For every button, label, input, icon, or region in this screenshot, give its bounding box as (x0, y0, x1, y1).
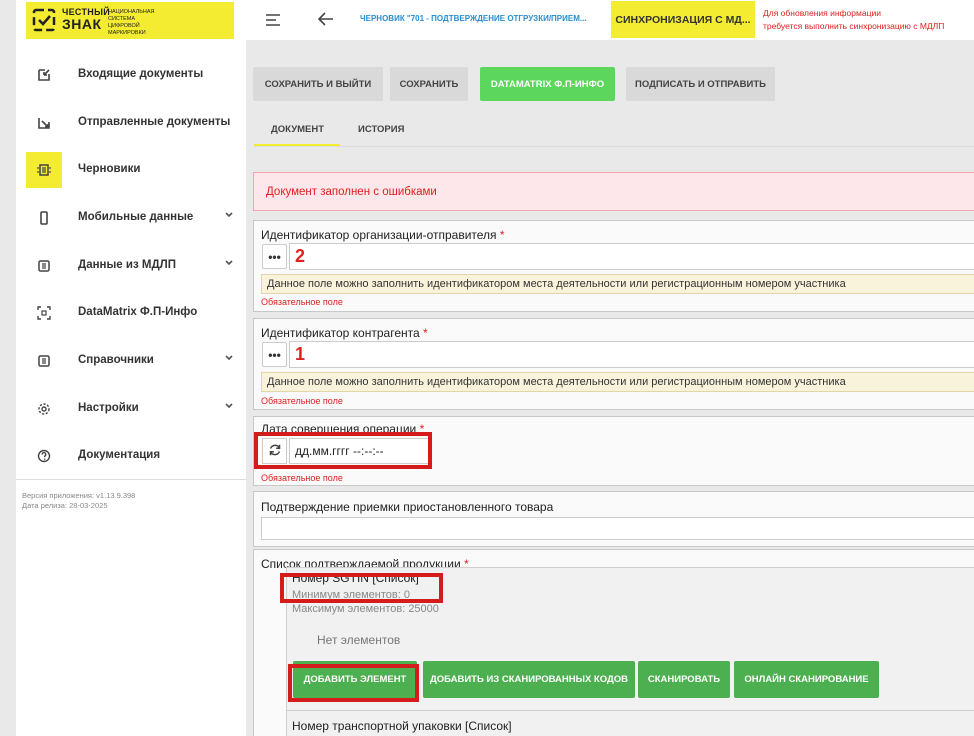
max-elements: Максимум элементов: 25000 (292, 603, 439, 615)
sidebar: ЧЕСТНЫЙ ЗНАК национальная система цифров… (16, 0, 246, 736)
field-label-text: Идентификатор организации-отправителя (261, 228, 497, 242)
gear-icon (26, 391, 62, 427)
error-message: Документ заполнен с ошибками (266, 186, 437, 198)
chevron-down-icon[interactable] (224, 353, 234, 363)
sidebar-item-drafts[interactable]: Черновики (16, 148, 246, 192)
refresh-date-button[interactable] (262, 438, 287, 464)
tab-document[interactable]: ДОКУМЕНТ (271, 124, 324, 135)
required-mark: * (419, 422, 425, 436)
sender-id-input[interactable]: 2 (289, 243, 974, 270)
datamatrix-info-button[interactable]: DATAMATRIX Ф.П-ИНФО (480, 67, 615, 101)
chevron-down-icon[interactable] (224, 401, 234, 411)
sync-notice-line1: Для обновления информации (763, 8, 881, 18)
counterparty-id-input[interactable]: 1 (289, 341, 974, 368)
add-element-button[interactable]: ДОБАВИТЬ ЭЛЕМЕНТ (293, 661, 417, 698)
chevron-down-icon[interactable] (224, 210, 234, 220)
field-label: Идентификатор контрагента * (261, 326, 428, 340)
outbox-arrow-icon (26, 105, 62, 141)
sidebar-item-incoming[interactable]: Входящие документы (16, 53, 246, 97)
save-button[interactable]: СОХРАНИТЬ (390, 67, 468, 101)
sidebar-item-label: Черновики (78, 163, 141, 175)
logo-word-main: ЗНАК (62, 16, 102, 32)
scan-icon (26, 295, 62, 331)
sidebar-item-sent[interactable]: Отправленные документы (16, 101, 246, 145)
refresh-icon (269, 444, 280, 455)
transport-pack-list-panel: Номер транспортной упаковки [Список] (286, 710, 974, 736)
required-mark: * (423, 326, 428, 340)
tabs-divider (254, 146, 974, 147)
logo-subtitle: национальная система цифровой маркировки (108, 9, 155, 36)
annotation-number: 2 (295, 246, 306, 266)
sgtin-list-title: Номер SGTIN [Список] (292, 571, 419, 585)
sidebar-item-datamatrix[interactable]: DataMatrix Ф.П-Инфо (16, 291, 246, 335)
reference-book-icon (26, 343, 62, 379)
field-label: Подтверждение приемки приостановленного … (261, 500, 554, 514)
sidebar-item-label: Отправленные документы (78, 116, 231, 128)
data-list-icon (26, 248, 62, 284)
field-hint: Данное поле можно заполнить идентификато… (261, 372, 974, 392)
header: ЧЕРНОВИК "701 - ПОДТВЕРЖДЕНИЕ ОТГРУЗКИ/П… (246, 0, 974, 40)
sender-select-button[interactable]: ••• (262, 244, 287, 269)
min-elements: Минимум элементов: 0 (292, 589, 410, 601)
sidebar-item-label: Настройки (78, 402, 139, 414)
mobile-icon (26, 200, 62, 236)
drafts-icon (26, 152, 62, 188)
sidebar-item-label: Справочники (78, 354, 154, 366)
app-version: Версия приложения: v1.13.9.398 (22, 491, 136, 500)
logo-mark-icon (32, 8, 56, 32)
operation-date-input[interactable] (289, 438, 429, 464)
sidebar-item-documentation[interactable]: Документация (16, 434, 246, 478)
help-icon (26, 438, 62, 474)
sidebar-item-settings[interactable]: Настройки (16, 387, 246, 431)
add-from-scanned-button[interactable]: ДОБАВИТЬ ИЗ СКАНИРОВАННЫХ КОДОВ (423, 661, 635, 698)
sidebar-item-label: DataMatrix Ф.П-Инфо (78, 306, 198, 318)
save-and-exit-button[interactable]: СОХРАНИТЬ И ВЫЙТИ (253, 67, 383, 101)
sgtin-list-panel: Номер SGTIN [Список] Минимум элементов: … (286, 567, 974, 723)
sidebar-item-label: Мобильные данные (78, 211, 194, 223)
online-scan-button[interactable]: ОНЛАЙН СКАНИРОВАНИЕ (734, 661, 879, 698)
field-label: Дата совершения операции * (261, 422, 424, 436)
sidebar-item-label: Документация (78, 449, 161, 461)
suspended-confirm-input[interactable] (261, 517, 974, 540)
field-label-text: Дата совершения операции (261, 422, 417, 436)
counterparty-select-button[interactable]: ••• (262, 342, 287, 367)
annotation-number: 1 (295, 344, 306, 364)
field-label-text: Идентификатор контрагента (261, 326, 420, 340)
field-hint: Данное поле можно заполнить идентификато… (261, 274, 974, 294)
suspended-confirm-section: Подтверждение приемки приостановленного … (253, 491, 974, 547)
required-mark: * (499, 228, 505, 242)
operation-date-section: Дата совершения операции * Обязательное … (253, 416, 974, 486)
scan-button[interactable]: СКАНИРОВАТЬ (638, 661, 730, 698)
sidebar-item-mdlp-data[interactable]: Данные из МДЛП (16, 244, 246, 288)
sidebar-item-references[interactable]: Справочники (16, 339, 246, 383)
sign-and-send-button[interactable]: ПОДПИСАТЬ И ОТПРАВИТЬ (626, 67, 775, 101)
sync-mdlp-button[interactable]: СИНХРОНИЗАЦИЯ С МД... (611, 1, 755, 38)
transport-pack-list-title: Номер транспортной упаковки [Список] (292, 719, 512, 733)
tab-history[interactable]: ИСТОРИЯ (358, 124, 404, 135)
chevron-down-icon[interactable] (224, 258, 234, 268)
required-field-note: Обязательное поле (261, 297, 343, 307)
required-field-note: Обязательное поле (261, 396, 343, 406)
menu-icon[interactable] (266, 14, 280, 26)
sender-id-section: Идентификатор организации-отправителя * … (253, 220, 974, 312)
product-list-section: Список подтверждаемой продукции * Номер … (253, 549, 974, 736)
sync-notice-line2: требуется выполнить синхронизацию с МДЛП (763, 21, 945, 31)
inbox-arrow-icon (26, 57, 62, 93)
required-field-note: Обязательное поле (261, 473, 343, 483)
sidebar-item-label: Данные из МДЛП (78, 259, 176, 271)
error-banner: Документ заполнен с ошибками (253, 172, 974, 211)
sidebar-item-label: Входящие документы (78, 68, 204, 80)
page-title: ЧЕРНОВИК "701 - ПОДТВЕРЖДЕНИЕ ОТГРУЗКИ/П… (360, 14, 587, 23)
sidebar-divider (16, 479, 246, 480)
sidebar-item-mobile-data[interactable]: Мобильные данные (16, 196, 246, 240)
release-date: Дата релиза: 28-03-2025 (22, 501, 108, 510)
logo[interactable]: ЧЕСТНЫЙ ЗНАК национальная система цифров… (26, 2, 234, 39)
counterparty-id-section: Идентификатор контрагента * ••• 1 Данное… (253, 318, 974, 410)
back-arrow-icon[interactable] (318, 12, 334, 26)
empty-list-message: Нет элементов (317, 633, 401, 647)
field-label: Идентификатор организации-отправителя * (261, 228, 505, 242)
